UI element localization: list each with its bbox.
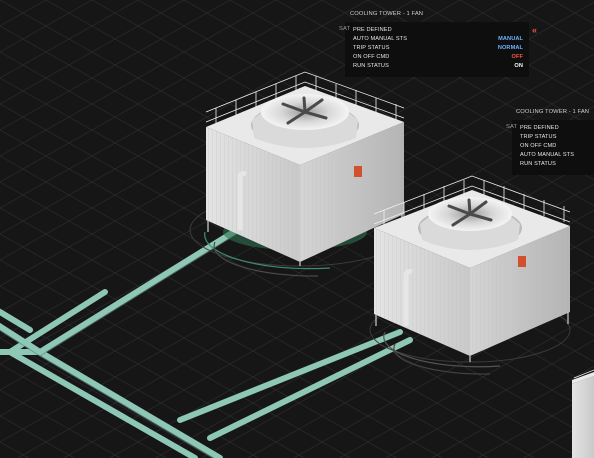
tower-1-row-on-off: ON OFF CMD OFF bbox=[353, 53, 523, 61]
tower-2-title: COOLING TOWER - 1 FAN bbox=[516, 109, 590, 115]
row-label: PRE DEFINED bbox=[353, 27, 392, 33]
trip-status-value: NORMAL bbox=[497, 45, 523, 51]
tower-2-row-on-off: ON OFF CMD bbox=[520, 142, 588, 150]
motor-indicator-1 bbox=[354, 166, 362, 177]
tower-1-sat-label: SAT bbox=[339, 26, 351, 32]
tower-2-sat-label: SAT bbox=[506, 124, 518, 130]
motor-indicator-2 bbox=[518, 256, 526, 267]
row-label: TRIP STATUS bbox=[520, 134, 557, 140]
tower-1-row-auto-manual: AUTO MANUAL STS MANUAL bbox=[353, 35, 523, 43]
tower-1-row-predefined: PRE DEFINED bbox=[353, 26, 523, 34]
on-off-cmd-value: OFF bbox=[511, 54, 523, 60]
tower-1-row-run: RUN STATUS ON bbox=[353, 62, 523, 70]
row-label: PRE DEFINED bbox=[520, 125, 559, 131]
row-label: ON OFF CMD bbox=[520, 143, 557, 149]
auto-manual-value: MANUAL bbox=[498, 36, 523, 42]
tower-2-row-predefined: PRE DEFINED bbox=[520, 124, 588, 132]
row-label: ON OFF CMD bbox=[353, 54, 390, 60]
run-status-value: ON bbox=[514, 63, 523, 69]
tower-2-row-trip: TRIP STATUS bbox=[520, 133, 588, 141]
tower-2-row-run: RUN STATUS bbox=[520, 160, 588, 168]
tower-1-status-panel: COOLING TOWER - 1 FAN SAT PRE DEFINED AU… bbox=[339, 11, 529, 77]
tower-2-status-panel: COOLING TOWER - 1 FAN SAT PRE DEFINED TR… bbox=[506, 109, 594, 175]
row-label: TRIP STATUS bbox=[353, 45, 390, 51]
collapse-panel-chevron-icon[interactable]: « bbox=[532, 26, 537, 35]
tower-1-title: COOLING TOWER - 1 FAN bbox=[350, 11, 424, 17]
tower-1-row-trip: TRIP STATUS NORMAL bbox=[353, 44, 523, 52]
row-label: RUN STATUS bbox=[353, 63, 389, 69]
row-label: AUTO MANUAL STS bbox=[520, 152, 575, 158]
scada-canvas: COOLING TOWER - 1 FAN SAT PRE DEFINED AU… bbox=[0, 0, 594, 458]
cooling-tower-3-partial[interactable] bbox=[572, 369, 594, 458]
tower-2-row-auto-manual: AUTO MANUAL STS bbox=[520, 151, 588, 159]
row-label: AUTO MANUAL STS bbox=[353, 36, 408, 42]
row-label: RUN STATUS bbox=[520, 161, 556, 167]
